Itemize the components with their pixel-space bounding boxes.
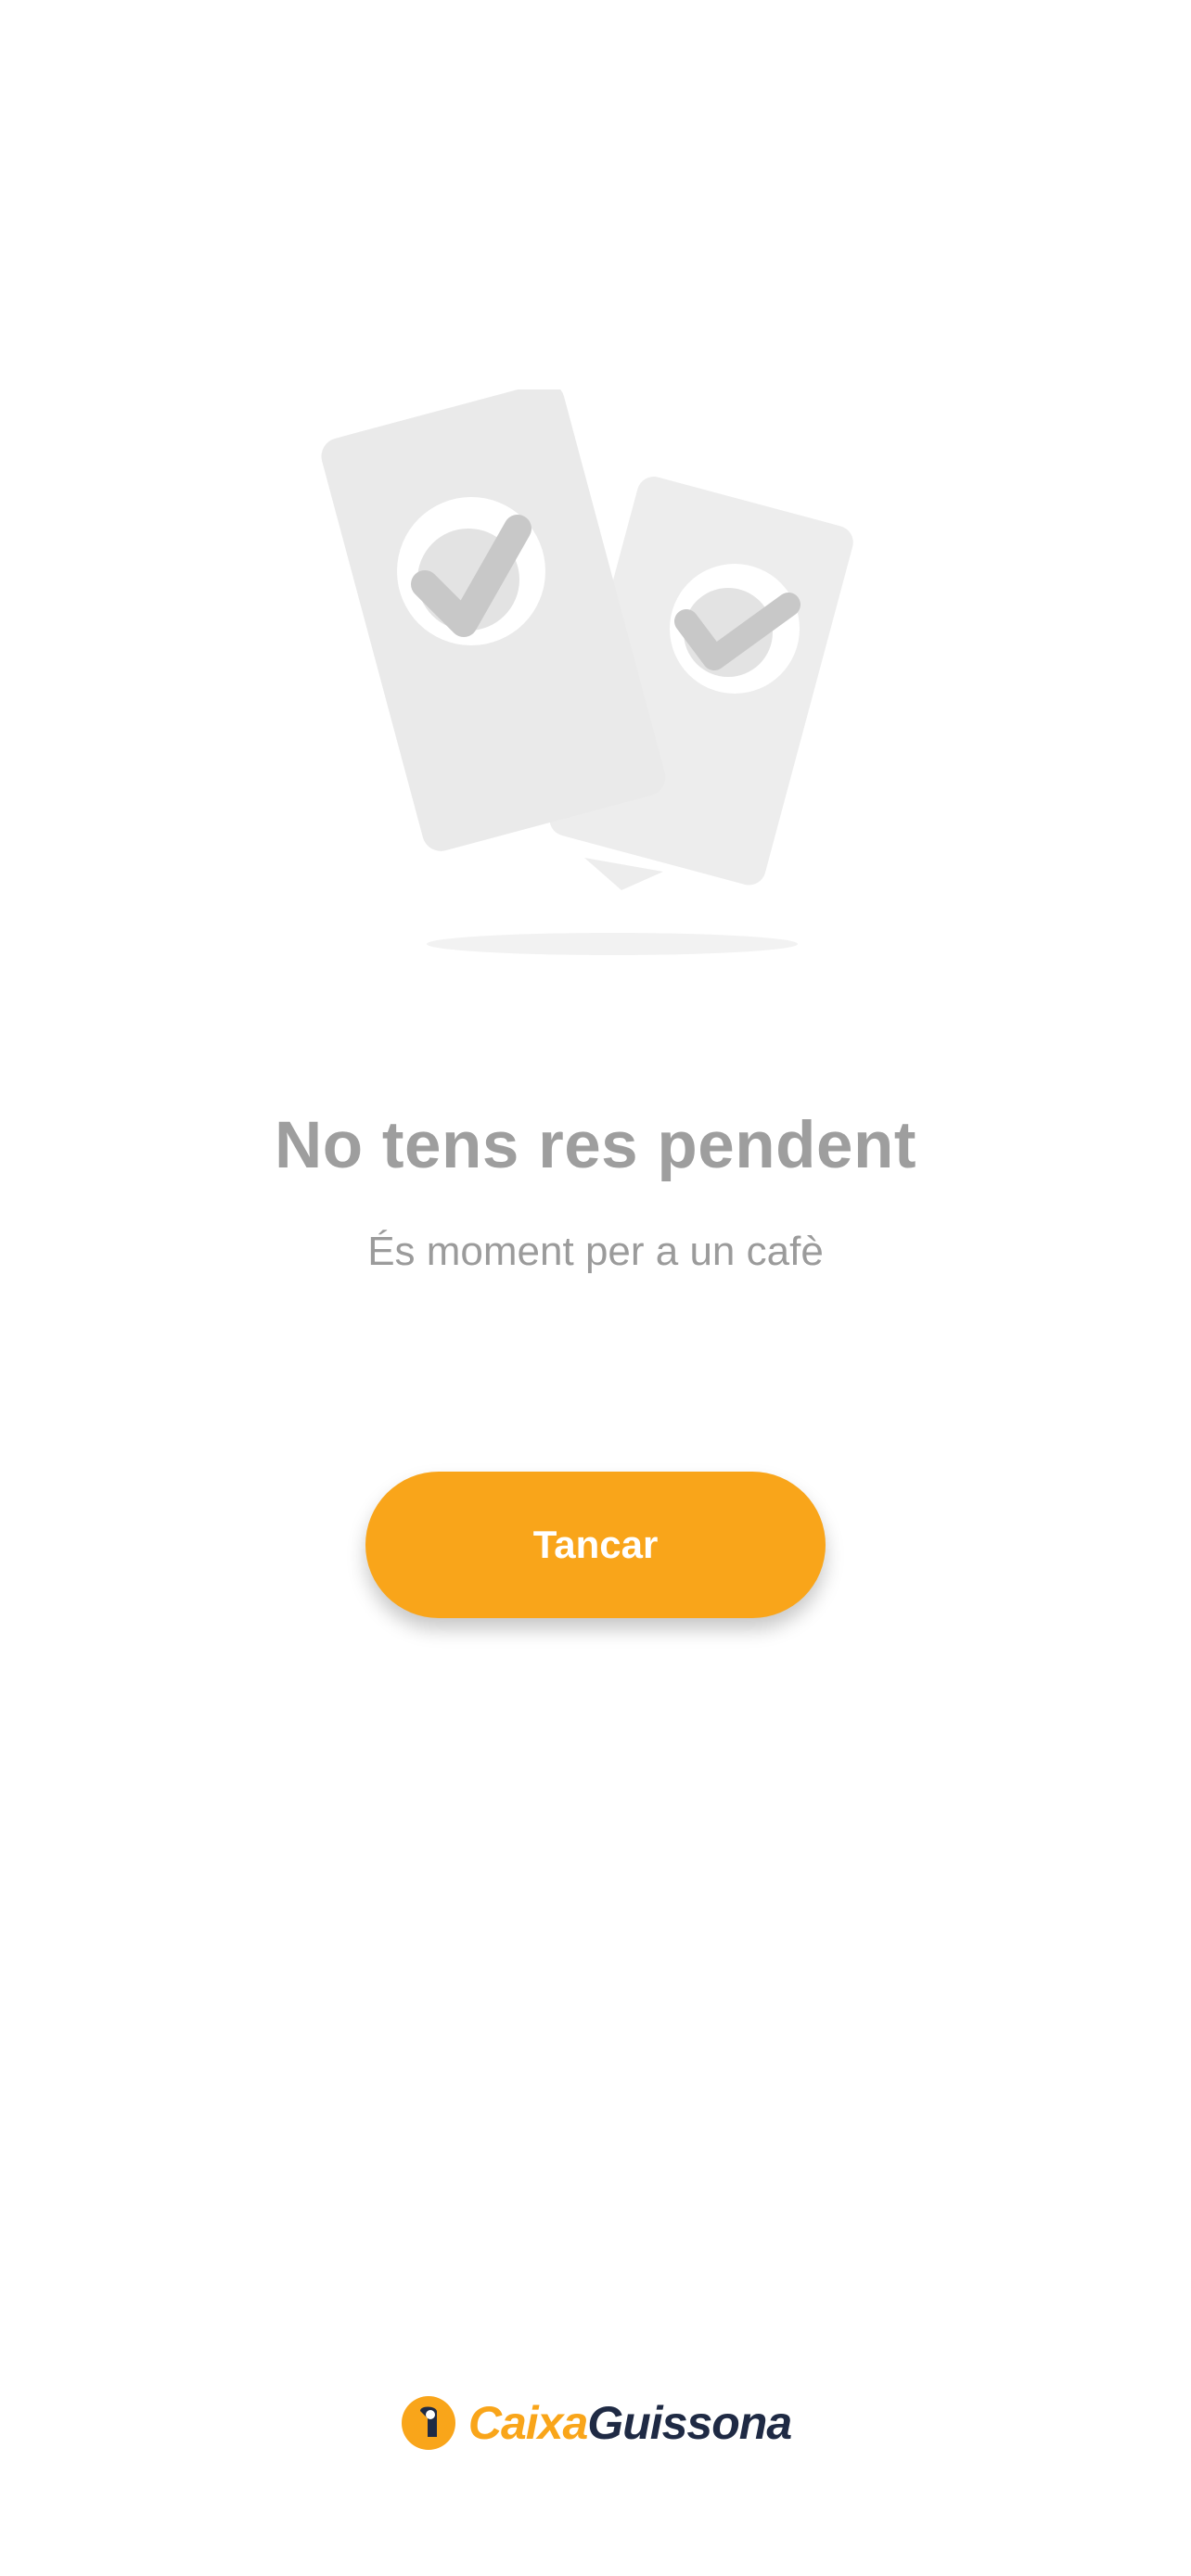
close-button[interactable]: Tancar	[365, 1472, 826, 1618]
empty-state-illustration	[306, 389, 900, 964]
close-button-label: Tancar	[532, 1523, 659, 1566]
caixa-guissona-logo-icon	[401, 2396, 455, 2450]
brand-logo: CaixaGuissona	[0, 2394, 1191, 2452]
brand-wordmark: CaixaGuissona	[467, 2396, 792, 2450]
cards-checkmark-icon	[321, 389, 853, 955]
empty-state-subtitle: És moment per a un cafè	[367, 1229, 824, 1274]
brand-name-part2: Guissona	[587, 2397, 792, 2449]
brand-name-part1: Caixa	[467, 2397, 588, 2449]
empty-state-title: No tens res pendent	[274, 1109, 916, 1182]
